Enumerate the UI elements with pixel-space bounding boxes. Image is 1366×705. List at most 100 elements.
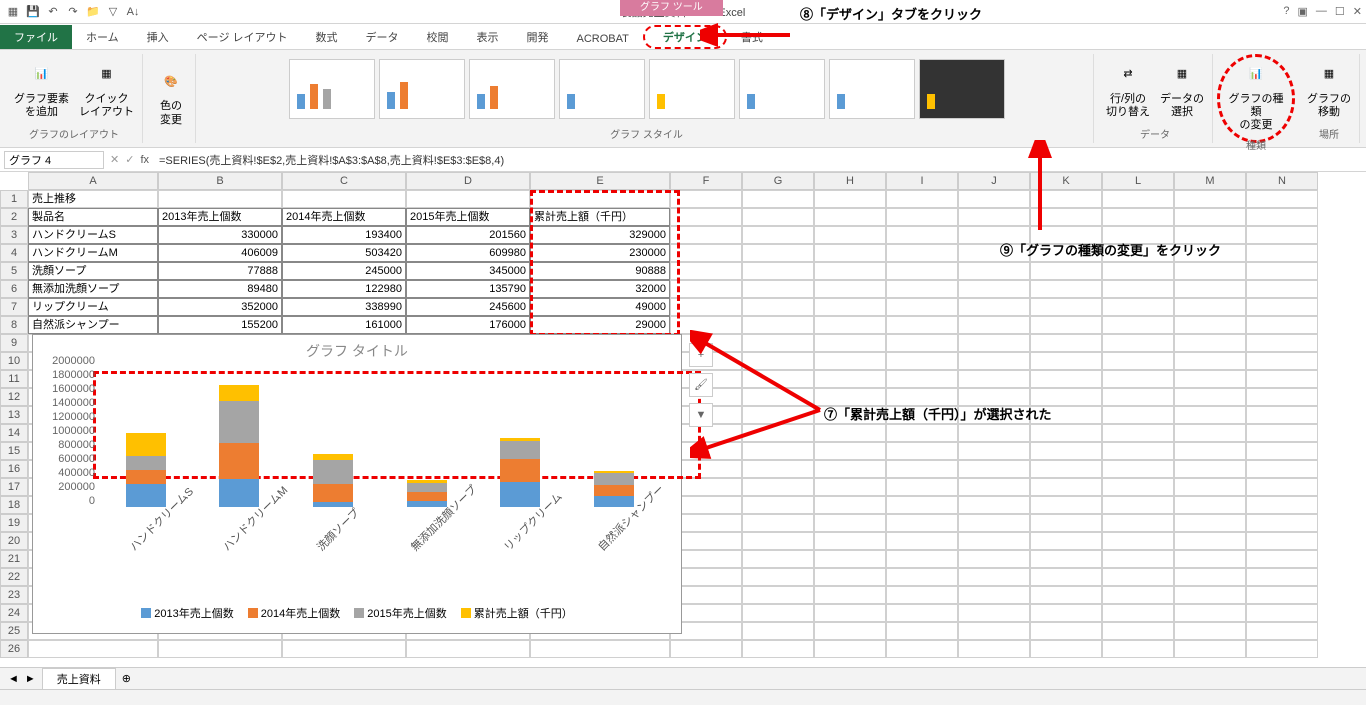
cell[interactable] <box>1030 514 1102 532</box>
cell[interactable] <box>1030 532 1102 550</box>
prev-sheet-icon[interactable]: ◄ <box>8 673 19 685</box>
bar-segment[interactable] <box>219 443 259 478</box>
cell[interactable] <box>670 316 742 334</box>
cell[interactable] <box>958 334 1030 352</box>
cell[interactable] <box>1174 406 1246 424</box>
cell[interactable] <box>1102 208 1174 226</box>
cell[interactable]: 累計売上額（千円） <box>530 208 670 226</box>
chart-style-thumb[interactable] <box>469 59 555 119</box>
cell[interactable] <box>1174 262 1246 280</box>
cell[interactable] <box>958 262 1030 280</box>
cell[interactable]: 345000 <box>406 262 530 280</box>
cell[interactable] <box>282 640 406 658</box>
cell[interactable] <box>814 442 886 460</box>
cell[interactable]: 2014年売上個数 <box>282 208 406 226</box>
minimize-icon[interactable]: — <box>1316 5 1327 18</box>
move-chart-button[interactable]: ▦グラフの移動 <box>1305 57 1353 121</box>
cell[interactable] <box>742 208 814 226</box>
cell[interactable] <box>958 208 1030 226</box>
cell[interactable] <box>670 244 742 262</box>
cell[interactable] <box>1102 352 1174 370</box>
cell[interactable] <box>1246 604 1318 622</box>
chart-styles-gallery[interactable] <box>289 54 1005 124</box>
cell[interactable] <box>1174 532 1246 550</box>
cell[interactable] <box>958 586 1030 604</box>
cell[interactable] <box>1030 478 1102 496</box>
cell[interactable] <box>1102 496 1174 514</box>
cell[interactable]: 503420 <box>282 244 406 262</box>
bar-segment[interactable] <box>313 460 353 484</box>
chart-plus-icon[interactable]: + <box>689 343 713 367</box>
cell[interactable] <box>742 280 814 298</box>
row-header[interactable]: 25 <box>0 622 28 640</box>
bar-segment[interactable] <box>313 502 353 507</box>
cell[interactable] <box>1246 226 1318 244</box>
cell[interactable]: 77888 <box>158 262 282 280</box>
cell[interactable] <box>742 460 814 478</box>
cell[interactable] <box>1246 208 1318 226</box>
formula-input[interactable] <box>155 152 1362 168</box>
cell[interactable] <box>742 316 814 334</box>
cell[interactable] <box>1102 568 1174 586</box>
change-colors-button[interactable]: 🎨色の変更 <box>153 64 189 128</box>
tab-format[interactable]: 書式 <box>727 25 777 49</box>
col-header[interactable]: G <box>742 172 814 190</box>
chart-brush-icon[interactable]: 🖌 <box>689 373 713 397</box>
row-header[interactable]: 2 <box>0 208 28 226</box>
cell[interactable] <box>1030 370 1102 388</box>
cell[interactable] <box>1030 568 1102 586</box>
cell[interactable]: 2015年売上個数 <box>406 208 530 226</box>
cell[interactable] <box>958 298 1030 316</box>
row-header[interactable]: 21 <box>0 550 28 568</box>
cell[interactable] <box>814 532 886 550</box>
cell[interactable]: ハンドクリームS <box>28 226 158 244</box>
cell[interactable] <box>1030 604 1102 622</box>
cell[interactable] <box>1246 388 1318 406</box>
cell[interactable]: 352000 <box>158 298 282 316</box>
row-header[interactable]: 14 <box>0 424 28 442</box>
cell[interactable] <box>1030 298 1102 316</box>
cell[interactable] <box>670 640 742 658</box>
cell[interactable] <box>886 442 958 460</box>
cell[interactable] <box>742 478 814 496</box>
cell[interactable] <box>670 262 742 280</box>
row-header[interactable]: 26 <box>0 640 28 658</box>
cell[interactable] <box>742 532 814 550</box>
row-header[interactable]: 1 <box>0 190 28 208</box>
cell[interactable] <box>958 640 1030 658</box>
row-header[interactable]: 9 <box>0 334 28 352</box>
cell[interactable] <box>886 604 958 622</box>
cell[interactable] <box>958 442 1030 460</box>
cell[interactable] <box>958 514 1030 532</box>
cell[interactable] <box>742 442 814 460</box>
bar-segment[interactable] <box>219 401 259 444</box>
cell[interactable] <box>1030 190 1102 208</box>
cell[interactable] <box>1102 334 1174 352</box>
cell[interactable] <box>742 298 814 316</box>
bar-segment[interactable] <box>219 479 259 507</box>
cell[interactable] <box>1174 298 1246 316</box>
cell[interactable]: 49000 <box>530 298 670 316</box>
help-icon[interactable]: ? <box>1283 5 1289 18</box>
bar-segment[interactable] <box>126 456 166 470</box>
cell[interactable] <box>814 244 886 262</box>
col-header[interactable]: L <box>1102 172 1174 190</box>
cell[interactable] <box>158 190 282 208</box>
legend-item[interactable]: 2015年売上個数 <box>354 605 446 621</box>
cell[interactable] <box>670 190 742 208</box>
cell[interactable] <box>406 640 530 658</box>
bar-segment[interactable] <box>126 484 166 507</box>
sort-icon[interactable]: A↓ <box>124 3 142 21</box>
cell[interactable] <box>742 388 814 406</box>
cell[interactable] <box>1030 442 1102 460</box>
tab-acrobat[interactable]: ACROBAT <box>563 29 643 49</box>
cell[interactable] <box>742 586 814 604</box>
tab-file[interactable]: ファイル <box>0 25 72 49</box>
cell[interactable] <box>1174 550 1246 568</box>
bar-segment[interactable] <box>313 484 353 501</box>
cell[interactable] <box>886 622 958 640</box>
bar-segment[interactable] <box>407 492 447 501</box>
cell[interactable] <box>1102 298 1174 316</box>
cell[interactable] <box>1030 352 1102 370</box>
cell[interactable] <box>958 532 1030 550</box>
